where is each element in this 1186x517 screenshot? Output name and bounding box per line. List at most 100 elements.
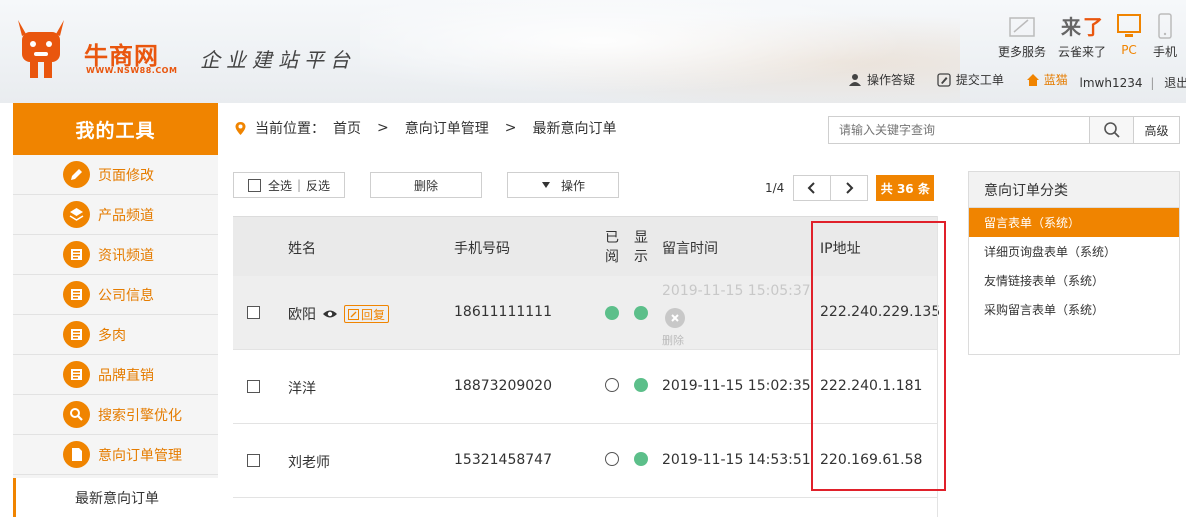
pc-button[interactable]: PC (1114, 10, 1144, 57)
sidebar-subitem-latest-orders[interactable]: 最新意向订单 (13, 478, 218, 517)
logo-url: WWW.NSW88.COM (86, 66, 178, 75)
operate-dropdown[interactable]: 操作 (507, 172, 619, 198)
advanced-search-button[interactable]: 高级 (1134, 116, 1180, 144)
more-services-button[interactable]: 更多服务 (996, 10, 1048, 60)
sidebar-item-orders[interactable]: 意向订单管理 (13, 435, 218, 475)
layers-icon (63, 201, 90, 228)
order-icon (63, 441, 90, 468)
delete-row-icon[interactable] (665, 308, 685, 328)
search-input[interactable] (828, 116, 1090, 144)
phone-cell: 18611111111 (454, 304, 552, 320)
caret-down-icon (541, 182, 550, 188)
table-right-border (937, 216, 938, 517)
home-icon (1026, 73, 1039, 86)
orders-table: 姓名 手机号码 已阅 显示 留言时间 IP地址 欧阳 回复 1861111111… (233, 216, 940, 498)
sidebar-item-label: 产品频道 (98, 207, 154, 224)
table-header: 姓名 手机号码 已阅 显示 留言时间 IP地址 (233, 216, 938, 276)
ip-cell: 220.169.61.58 (820, 452, 923, 468)
pencil-icon (63, 161, 90, 188)
next-page-button[interactable] (830, 175, 869, 201)
row-checkbox[interactable] (247, 380, 260, 393)
breadcrumb-home[interactable]: 首页 (333, 118, 361, 138)
table-row[interactable]: 洋洋 18873209020 2019-11-15 15:02:35 222.2… (233, 350, 938, 424)
magnifier-icon (1103, 122, 1120, 138)
user-bar: 操作答疑 提交工单 蓝猫 lmwh1234 | 退出 (848, 71, 1186, 91)
sidebar-item-seo[interactable]: 搜索引擎优化 (13, 395, 218, 435)
select-all-checkbox[interactable] (247, 178, 261, 192)
sidebar-item-page-edit[interactable]: 页面修改 (13, 155, 218, 195)
laile-label: 云雀来了 (1057, 45, 1106, 59)
show-status-indicator[interactable] (634, 452, 648, 466)
home-user-link[interactable]: 蓝猫 (1026, 71, 1068, 88)
category-title: 意向订单分类 (969, 172, 1179, 208)
category-item-purchase-form[interactable]: 采购留言表单（系统） (969, 295, 1179, 324)
header-ip: IP地址 (820, 241, 861, 257)
sidebar-item-label: 意向订单管理 (98, 447, 182, 464)
laile-logo-icon: 来了 (1054, 10, 1110, 40)
eye-icon[interactable] (322, 308, 338, 320)
more-services-icon (996, 10, 1048, 40)
ticket-link[interactable]: 提交工单 (937, 71, 1004, 88)
search-icon (63, 401, 90, 428)
row-checkbox[interactable] (247, 306, 260, 319)
breadcrumb-orders[interactable]: 意向订单管理 (405, 118, 489, 138)
operate-label: 操作 (560, 178, 585, 193)
sidebar-item-label: 公司信息 (98, 287, 154, 304)
delete-row-label[interactable]: 删除 (662, 332, 684, 348)
sidebar-item-label: 多肉 (98, 327, 126, 344)
more-services-label: 更多服务 (997, 45, 1046, 59)
brand-icon (63, 361, 90, 388)
sidebar: 我的工具 页面修改 产品频道 资讯频道 公司信息 多肉 品牌直销 搜索引擎优化 … (13, 103, 218, 517)
table-row[interactable]: 刘老师 15321458747 2019-11-15 14:53:51 220.… (233, 424, 938, 498)
sidebar-item-brand[interactable]: 品牌直销 (13, 355, 218, 395)
company-icon (63, 281, 90, 308)
mobile-button[interactable]: 手机 (1150, 10, 1180, 60)
customer-name: 洋洋 (288, 381, 316, 397)
read-status-indicator[interactable] (605, 306, 619, 320)
total-count-badge: 共 36 条 (876, 175, 935, 201)
phone-cell: 18873209020 (454, 378, 552, 394)
pager: 1/4 共 36 条 (765, 175, 935, 201)
read-status-indicator[interactable] (605, 378, 619, 392)
breadcrumb-current: 最新意向订单 (532, 121, 617, 137)
name-cell: 欧阳 回复 (288, 304, 390, 324)
reply-button[interactable]: 回复 (344, 305, 390, 323)
svg-text:来: 来 (1060, 15, 1082, 39)
sidebar-item-label: 品牌直销 (98, 367, 154, 384)
ip-cell: 222.240.1.181 (820, 378, 923, 394)
header-phone: 手机号码 (454, 241, 510, 257)
show-status-indicator[interactable] (634, 378, 648, 392)
phone-icon (1150, 10, 1180, 40)
show-status-indicator[interactable] (634, 306, 648, 320)
sidebar-item-products[interactable]: 产品频道 (13, 195, 218, 235)
category-item-detail-inquiry[interactable]: 详细页询盘表单（系统） (969, 237, 1179, 266)
customer-name: 欧阳 (288, 307, 316, 323)
sidebar-item-label: 页面修改 (98, 167, 154, 184)
search-button[interactable] (1090, 116, 1134, 144)
user-icon (849, 73, 861, 86)
select-all-button[interactable]: 全选 (268, 177, 292, 194)
slogan: 企业建站平台 (200, 48, 356, 72)
prev-page-button[interactable] (793, 175, 832, 201)
category-item-message-form[interactable]: 留言表单（系统） (969, 208, 1179, 237)
guide-link[interactable]: 操作答疑 (848, 71, 915, 88)
row-checkbox[interactable] (247, 454, 260, 467)
sidebar-item-news[interactable]: 资讯频道 (13, 235, 218, 275)
document-icon (63, 321, 90, 348)
location-pin-icon (235, 121, 246, 135)
bull-logo-icon[interactable] (12, 14, 70, 80)
page-indicator: 1/4 (765, 181, 785, 195)
sidebar-item-company[interactable]: 公司信息 (13, 275, 218, 315)
category-item-friend-links[interactable]: 友情链接表单（系统） (969, 266, 1179, 295)
read-status-indicator[interactable] (605, 452, 619, 466)
invert-selection-button[interactable]: 反选 (306, 177, 330, 194)
user-bar-divider: | (1150, 75, 1155, 90)
header-name: 姓名 (288, 241, 316, 257)
laile-button[interactable]: 来了 云雀来了 (1054, 10, 1110, 60)
time-cell: 2019-11-15 15:02:35 (662, 378, 811, 394)
logout-link[interactable]: 退出 (1164, 74, 1186, 91)
sidebar-item-succulent[interactable]: 多肉 (13, 315, 218, 355)
table-row[interactable]: 欧阳 回复 18611111111 2019-11-15 15:05:37 删除… (233, 276, 940, 350)
header: 牛商网 WWW.NSW88.COM 企业建站平台 更多服务 来了 云雀来了 PC… (0, 0, 1186, 103)
delete-button[interactable]: 删除 (370, 172, 482, 198)
